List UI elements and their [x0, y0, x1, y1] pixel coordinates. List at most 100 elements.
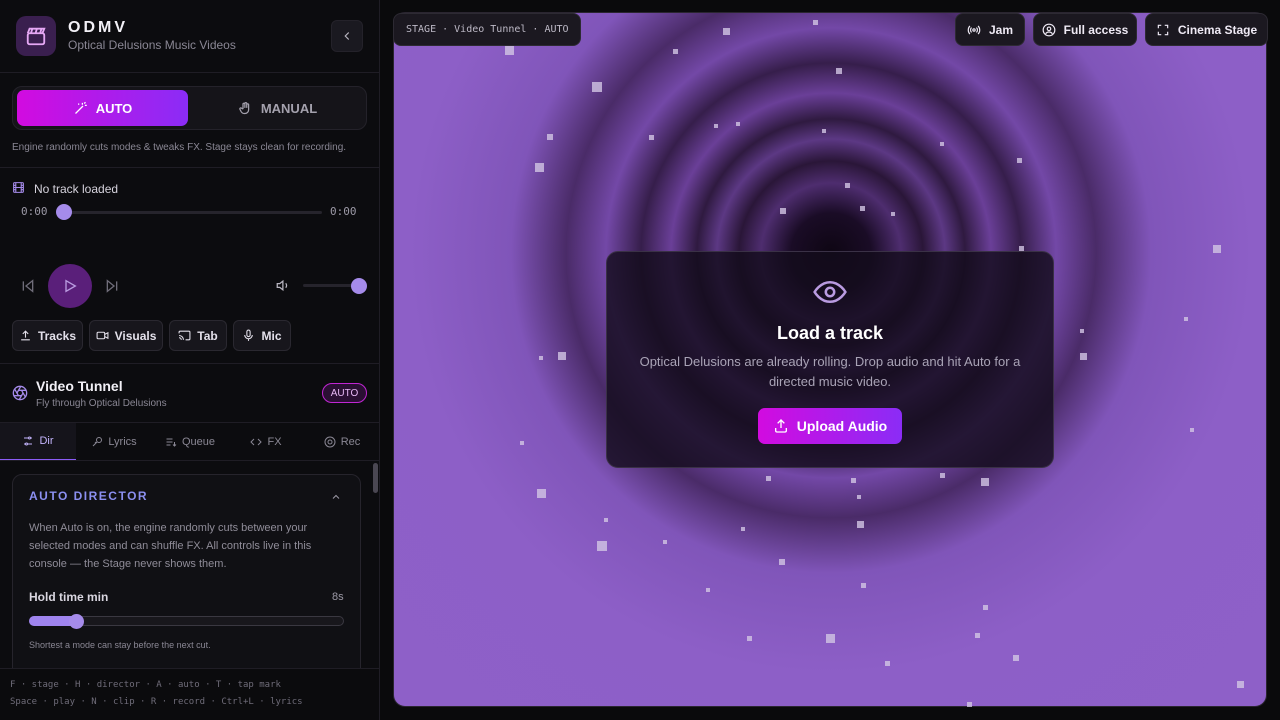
particle — [1080, 353, 1087, 360]
particle — [857, 521, 864, 528]
cinema-stage-label: Cinema Stage — [1177, 22, 1258, 37]
collapse-sidebar-button[interactable] — [331, 20, 363, 52]
hold-time-handle[interactable] — [69, 614, 84, 629]
play-button[interactable] — [48, 264, 92, 308]
particle — [1237, 681, 1244, 688]
particle — [779, 559, 785, 565]
particle — [1190, 428, 1194, 432]
particle — [885, 661, 890, 666]
skip-back-icon — [22, 279, 34, 293]
chevron-up-icon — [332, 494, 340, 499]
shortcuts-line-2: Space · play · N · clip · R · record · C… — [10, 697, 303, 707]
particle — [813, 20, 818, 25]
sliders-icon — [24, 436, 33, 446]
tab-record[interactable]: Rec — [304, 423, 379, 461]
visual-mode-name: Video Tunnel — [36, 378, 123, 394]
particle — [547, 134, 553, 140]
auto-status-badge: AUTO — [322, 383, 367, 403]
upload-audio-label: Upload Audio — [796, 418, 888, 434]
tab-lyrics[interactable]: Lyrics — [76, 423, 152, 461]
volume-icon[interactable] — [276, 278, 291, 298]
tab-record-label: Rec — [340, 436, 361, 448]
particle — [826, 634, 835, 643]
particle — [861, 583, 866, 588]
record-icon — [324, 436, 336, 448]
eye-icon — [813, 278, 847, 311]
particle — [558, 352, 566, 360]
play-icon — [65, 279, 77, 293]
jam-label: Jam — [988, 22, 1014, 37]
seek-handle[interactable] — [56, 204, 72, 220]
tracks-button[interactable]: Tracks — [12, 320, 83, 351]
mic-label: Mic — [261, 328, 282, 343]
particle — [539, 356, 543, 360]
next-track-button[interactable] — [102, 276, 122, 296]
skip-forward-icon — [106, 279, 118, 293]
particle — [1213, 245, 1221, 253]
panel-scrollbar[interactable] — [373, 463, 378, 493]
manual-mode-label: MANUAL — [260, 100, 318, 116]
particle — [736, 122, 740, 126]
tracks-label: Tracks — [37, 328, 77, 343]
particle — [747, 636, 752, 641]
tab-fx[interactable]: FX — [228, 423, 304, 461]
volume-handle[interactable] — [351, 278, 367, 294]
divider — [0, 363, 379, 364]
visuals-button[interactable]: Visuals — [89, 320, 163, 351]
clapperboard-logo-icon — [16, 16, 56, 56]
particle — [535, 163, 544, 172]
particle — [714, 124, 718, 128]
particle — [706, 588, 710, 592]
upload-audio-button[interactable]: Upload Audio — [758, 408, 902, 444]
manual-mode-button[interactable]: MANUAL — [192, 90, 363, 126]
seek-bar[interactable] — [64, 211, 322, 214]
collapse-section-button[interactable] — [330, 490, 342, 508]
particle — [967, 702, 972, 707]
tab-capture-label: Tab — [197, 328, 218, 343]
cinema-stage-button[interactable]: Cinema Stage — [1145, 13, 1268, 46]
particle — [592, 82, 602, 92]
divider — [0, 72, 379, 73]
tab-queue-label: Queue — [181, 436, 216, 448]
visuals-label: Visuals — [114, 328, 157, 343]
code-icon — [250, 438, 263, 446]
particle — [891, 212, 895, 216]
hold-time-label: Hold time min — [29, 590, 109, 604]
full-access-button[interactable]: Full access — [1033, 13, 1137, 46]
upload-icon — [21, 330, 30, 341]
hand-icon — [239, 101, 250, 114]
particle — [537, 489, 546, 498]
particle — [673, 49, 678, 54]
tab-lyrics-label: Lyrics — [108, 436, 137, 448]
user-circle-icon — [1042, 23, 1056, 36]
tab-queue[interactable]: Queue — [152, 423, 228, 461]
particle — [983, 605, 988, 610]
particle — [822, 129, 826, 133]
mic-button[interactable]: Mic — [233, 320, 291, 351]
sidebar: ODMV Optical Delusions Music Videos AUTO… — [0, 0, 380, 720]
shortcut-footer — [0, 668, 379, 720]
previous-track-button[interactable] — [18, 276, 38, 296]
particle — [1017, 158, 1022, 163]
particle — [520, 441, 524, 445]
queue-icon — [166, 438, 177, 447]
particle — [597, 541, 607, 551]
tab-capture-button[interactable]: Tab — [169, 320, 227, 351]
particle — [1013, 655, 1019, 661]
tab-director[interactable]: Dir — [0, 423, 76, 461]
auto-director-description: When Auto is on, the engine randomly cut… — [29, 522, 312, 570]
particle — [940, 473, 945, 478]
particle — [723, 28, 730, 35]
particle — [857, 495, 861, 499]
particle — [981, 478, 989, 486]
particle — [1080, 329, 1084, 333]
auto-mode-button[interactable]: AUTO — [17, 90, 188, 126]
particle — [741, 527, 745, 531]
mode-help-text: Engine randomly cuts modes & tweaks FX. … — [12, 142, 347, 153]
hold-time-help: Shortest a mode can stay before the next… — [29, 640, 211, 650]
particle — [940, 142, 944, 146]
app-name: ODMV — [68, 19, 128, 36]
particle — [851, 478, 856, 483]
jam-button[interactable]: Jam — [955, 13, 1025, 46]
mode-toggle: AUTO MANUAL — [12, 86, 367, 130]
